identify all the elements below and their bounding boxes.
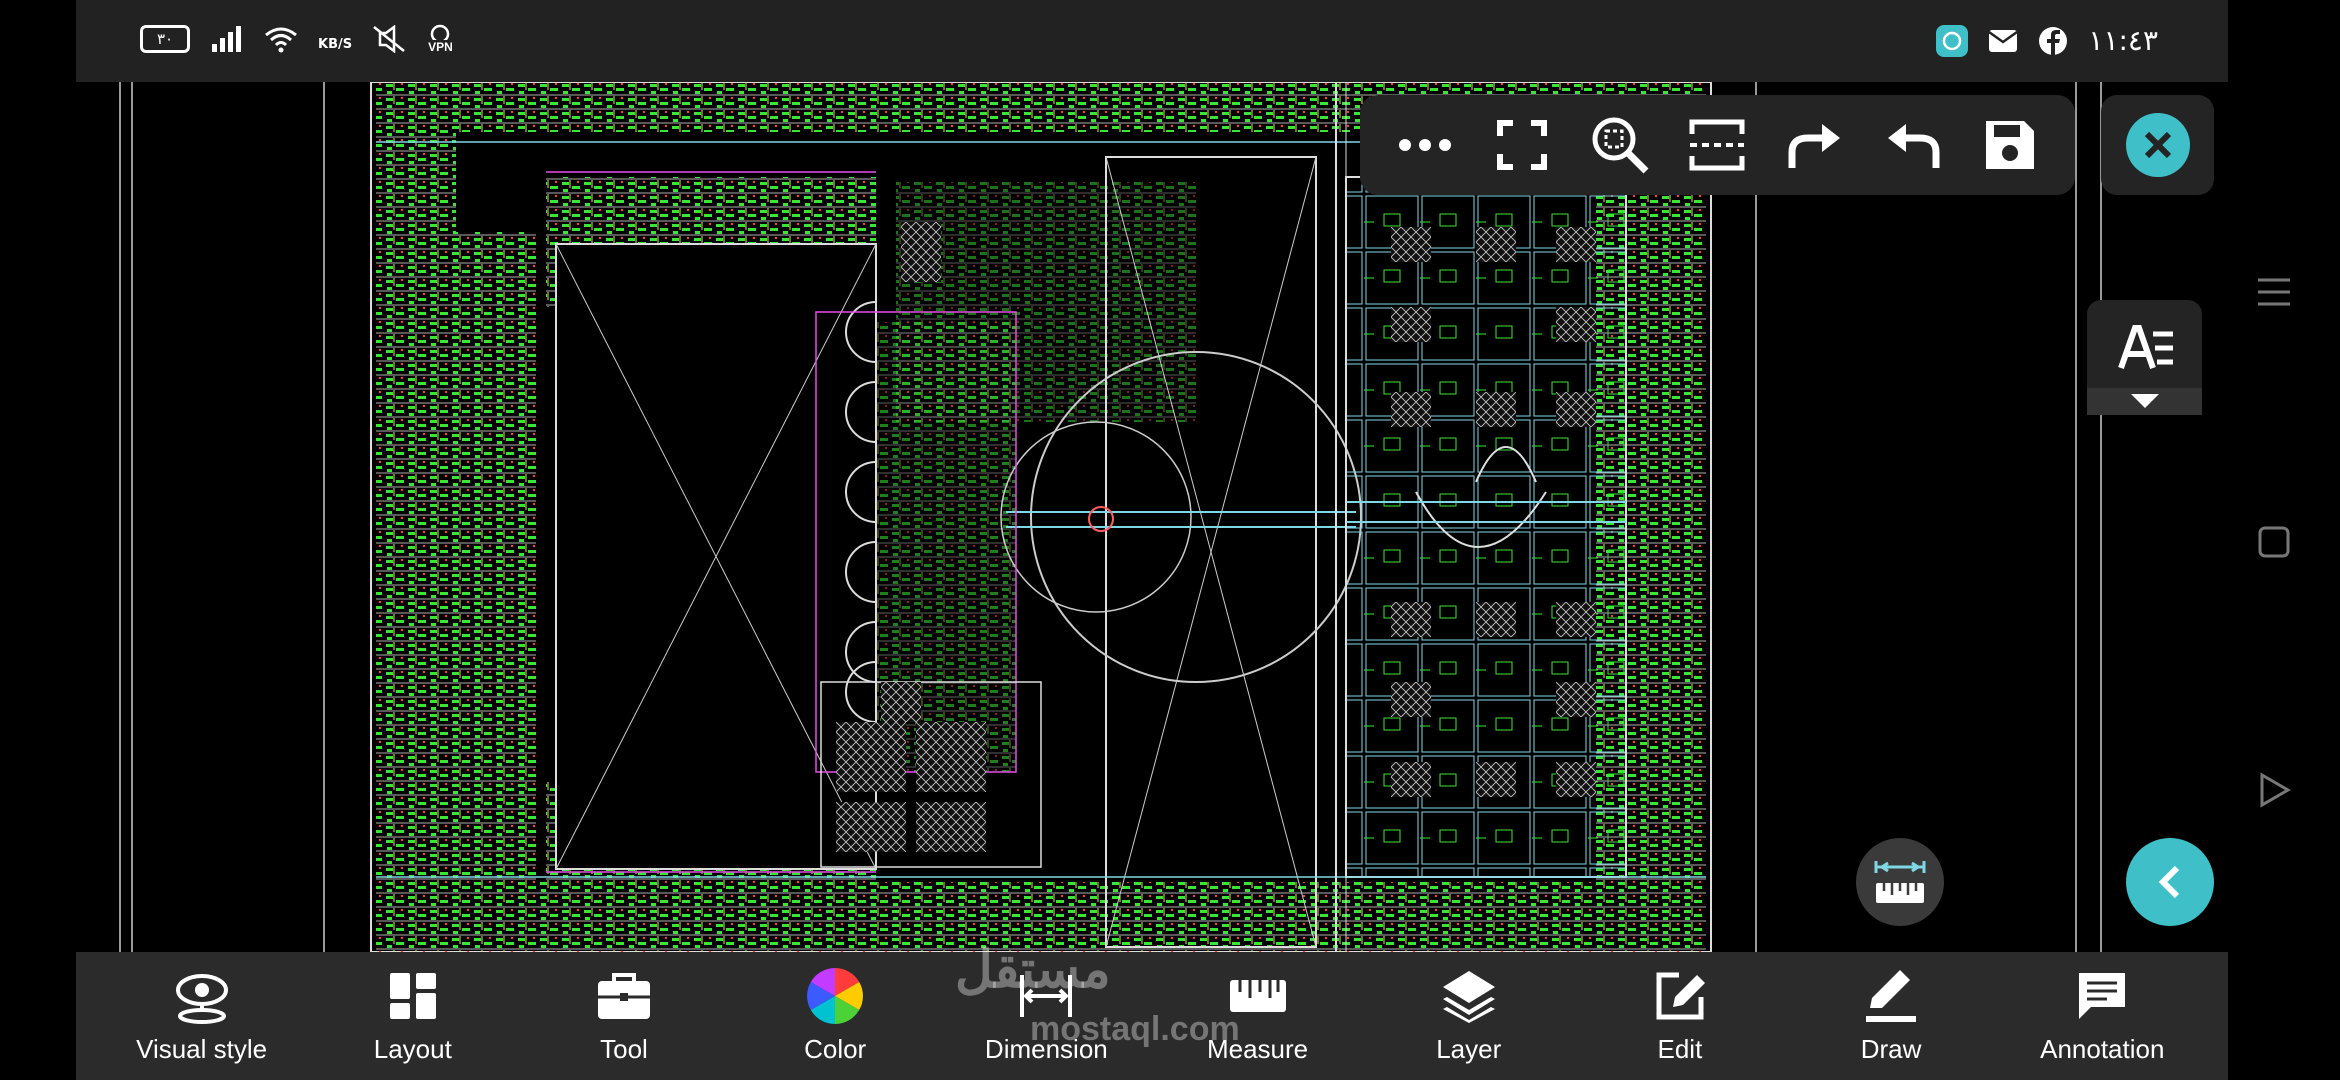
annotation-icon — [2079, 973, 2126, 1019]
close-icon — [2144, 131, 2171, 159]
collapse-panel-button[interactable] — [2126, 838, 2214, 926]
color-wheel-icon — [807, 968, 864, 1024]
drawing-toolbar — [1360, 95, 2075, 195]
nav-annotation[interactable]: Annotation — [2007, 952, 2197, 1065]
nav-label: Layout — [373, 1034, 452, 1064]
nav-draw[interactable]: Draw — [1796, 952, 1986, 1065]
layers-icon — [1442, 971, 1495, 1023]
undo-icon — [1887, 124, 1940, 168]
nav-label: Visual style — [136, 1034, 268, 1064]
vpn-label: VPN — [428, 40, 453, 54]
screen-select-icon — [1689, 119, 1745, 171]
toolbox-icon — [597, 973, 650, 1019]
screen-select-button[interactable] — [1682, 110, 1752, 180]
nav-color[interactable]: Color — [740, 952, 930, 1065]
nav-label: Edit — [1657, 1034, 1703, 1064]
bottom-toolbar: Visual style Layout Tool Color Dimension… — [76, 952, 2228, 1080]
status-bar: ٣٠ KB/S VPN ١١:٤٣ — [76, 0, 2228, 82]
nav-label: Layer — [1436, 1034, 1502, 1064]
nav-visual-style[interactable]: Visual style — [107, 952, 297, 1065]
nav-label: Annotation — [2040, 1034, 2165, 1064]
more-button[interactable] — [1390, 110, 1460, 180]
nav-label: Tool — [600, 1034, 648, 1064]
text-style-button[interactable] — [2087, 300, 2202, 415]
fullscreen-button[interactable] — [1487, 110, 1557, 180]
drawing-canvas[interactable] — [76, 82, 2228, 952]
fullscreen-icon — [1497, 120, 1548, 170]
network-speed: KB/S — [318, 36, 353, 52]
nav-measure[interactable]: Measure — [1163, 952, 1353, 1065]
edit-icon — [1656, 972, 1705, 1020]
nav-dimension[interactable]: Dimension — [951, 952, 1141, 1065]
mute-icon — [373, 25, 405, 53]
zoom-extents-icon — [1592, 117, 1649, 174]
nav-layout[interactable]: Layout — [318, 952, 508, 1065]
undo-button[interactable] — [1878, 110, 1948, 180]
nav-label: Measure — [1206, 1034, 1309, 1064]
battery-icon: ٣٠ — [140, 25, 190, 53]
close-button[interactable] — [2125, 113, 2190, 177]
quick-measure-button[interactable] — [1856, 838, 1944, 926]
close-button-panel — [2101, 95, 2214, 195]
system-navigation-bar — [2228, 82, 2340, 1080]
layout-icon — [389, 973, 436, 1019]
facebook-icon — [2039, 26, 2068, 56]
signal-icon — [212, 26, 241, 52]
wifi-icon — [265, 27, 297, 53]
save-button[interactable] — [1975, 110, 2045, 180]
dimension-icon — [1020, 975, 1073, 1017]
redo-icon — [1788, 124, 1841, 168]
more-icon — [1398, 139, 1451, 151]
ruler-measure-icon — [1874, 861, 1926, 903]
text-style-icon — [2087, 325, 2202, 415]
mail-icon — [1988, 29, 2019, 52]
nav-layer[interactable]: Layer — [1374, 952, 1564, 1065]
vpn-icon: VPN — [428, 24, 453, 54]
cad-floor-plan — [119, 82, 2102, 952]
ruler-icon — [1229, 980, 1286, 1012]
menu-icon[interactable] — [2254, 272, 2294, 312]
pencil-icon — [1866, 970, 1917, 1022]
redo-button[interactable] — [1780, 110, 1850, 180]
chevron-left-icon — [2158, 865, 2180, 899]
clock: ١١:٤٣ — [2088, 24, 2158, 57]
battery-level: ٣٠ — [156, 30, 174, 48]
nav-label: Color — [804, 1034, 867, 1064]
whatsapp-icon — [1936, 24, 1969, 57]
nav-label: Draw — [1860, 1034, 1922, 1064]
back-triangle-icon[interactable] — [2254, 770, 2294, 810]
home-icon[interactable] — [2254, 522, 2294, 562]
nav-label: Dimension — [984, 1034, 1108, 1064]
zoom-extents-button[interactable] — [1585, 110, 1655, 180]
nav-edit[interactable]: Edit — [1585, 952, 1775, 1065]
nav-tool[interactable]: Tool — [529, 952, 719, 1065]
save-icon — [1986, 121, 2035, 169]
visual-style-icon — [175, 974, 228, 1024]
